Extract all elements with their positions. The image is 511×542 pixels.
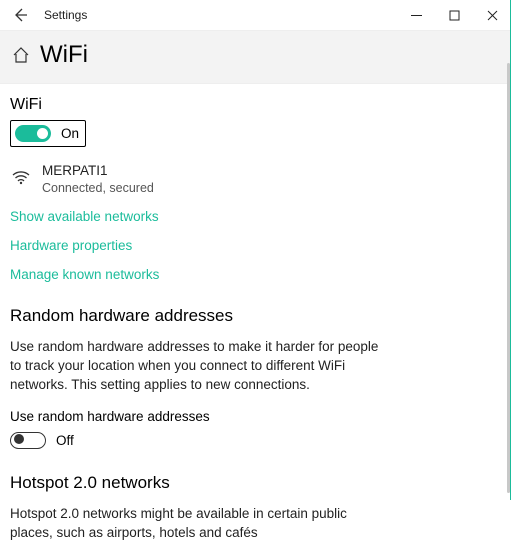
hotspot-description: Hotspot 2.0 networks might be available … [10, 505, 390, 542]
content-area: WiFi On MERPATI1 Connected, secured Show… [0, 84, 511, 542]
random-hw-description: Use random hardware addresses to make it… [10, 338, 390, 395]
random-hw-heading: Random hardware addresses [10, 306, 501, 326]
page-title: WiFi [40, 41, 88, 69]
random-hw-toggle-label: Use random hardware addresses [10, 409, 501, 424]
wifi-toggle-row: On [10, 120, 86, 147]
wifi-toggle[interactable] [15, 125, 51, 142]
home-icon[interactable] [12, 46, 30, 64]
network-status: Connected, secured [42, 181, 154, 195]
network-name: MERPATI1 [42, 163, 154, 178]
page-header: WiFi [0, 30, 511, 84]
toggle-knob [37, 128, 48, 139]
arrow-left-icon [12, 7, 28, 23]
app-title: Settings [44, 8, 87, 22]
random-hw-toggle[interactable] [10, 432, 46, 449]
random-hw-toggle-state: Off [56, 433, 74, 448]
maximize-button[interactable] [435, 0, 473, 30]
current-network[interactable]: MERPATI1 Connected, secured [10, 163, 501, 195]
hotspot-heading: Hotspot 2.0 networks [10, 473, 501, 493]
wifi-toggle-state: On [61, 126, 79, 141]
show-available-networks-link[interactable]: Show available networks [10, 209, 501, 224]
wifi-signal-icon [10, 165, 32, 187]
hardware-properties-link[interactable]: Hardware properties [10, 238, 501, 253]
toggle-knob [14, 434, 24, 444]
minimize-icon [411, 10, 422, 21]
maximize-icon [449, 10, 460, 21]
close-button[interactable] [473, 0, 511, 30]
back-button[interactable] [8, 3, 32, 27]
random-hw-toggle-row: Off [10, 432, 501, 449]
close-icon [487, 10, 498, 21]
wifi-section-label: WiFi [10, 96, 501, 114]
title-bar: Settings [0, 0, 511, 30]
window-controls [397, 0, 511, 30]
manage-known-networks-link[interactable]: Manage known networks [10, 267, 501, 282]
minimize-button[interactable] [397, 0, 435, 30]
